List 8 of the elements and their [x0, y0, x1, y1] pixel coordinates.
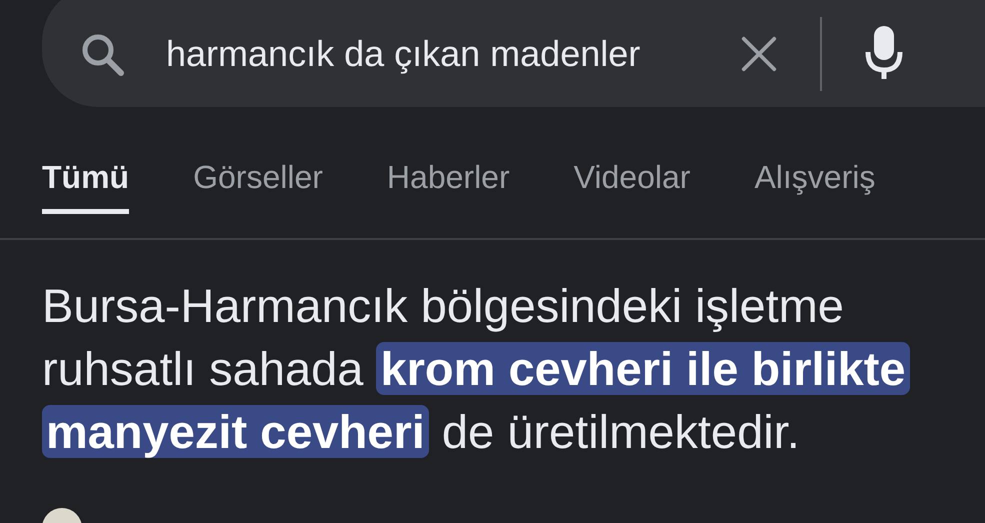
- search-query[interactable]: harmancık da çıkan madenler: [166, 32, 640, 74]
- search-tab[interactable]: Tümü: [42, 133, 130, 214]
- close-icon[interactable]: [740, 34, 778, 72]
- search-tab[interactable]: Videolar: [574, 133, 690, 214]
- search-tab[interactable]: Görseller: [193, 133, 323, 214]
- search-tab[interactable]: Haberler: [386, 133, 510, 214]
- search-bar[interactable]: harmancık da çıkan madenler: [42, 0, 985, 107]
- search-tab[interactable]: Alışveriş: [754, 133, 876, 214]
